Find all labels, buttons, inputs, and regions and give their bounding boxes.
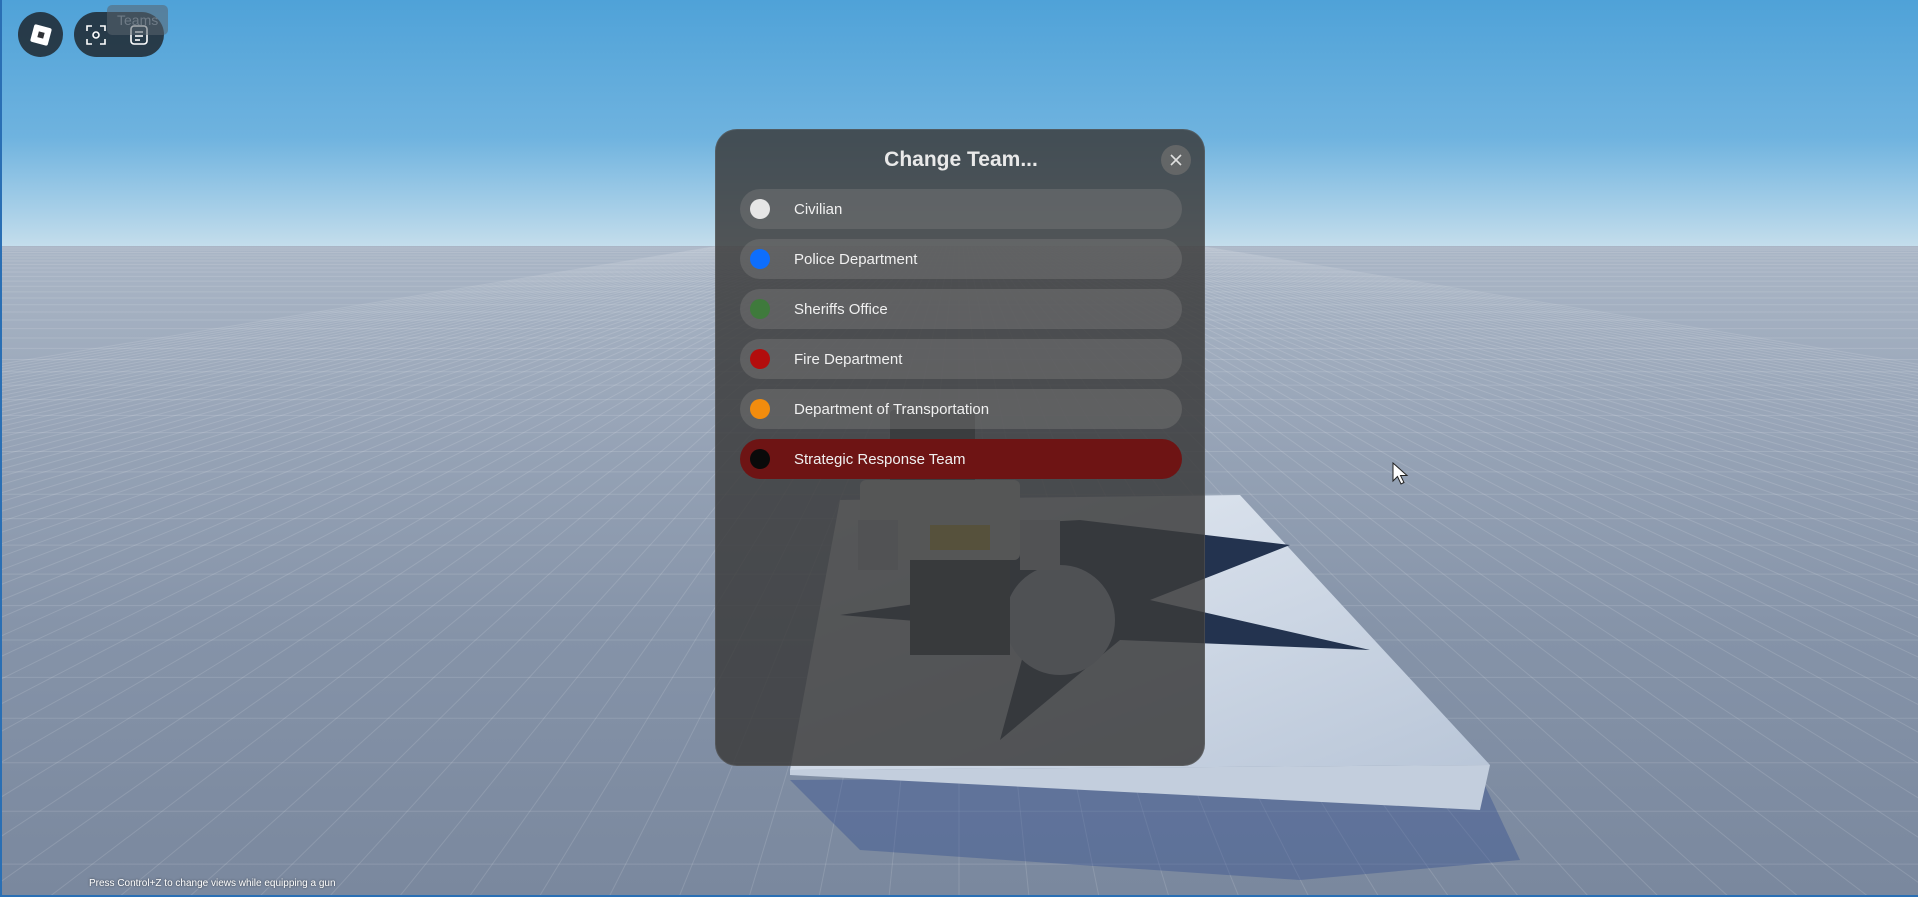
close-button[interactable]	[1161, 145, 1191, 175]
mouse-cursor-icon	[1392, 462, 1409, 485]
team-option[interactable]: Strategic Response Team	[740, 439, 1182, 479]
game-viewport[interactable]: Teams Change Team... Civilian Police Depa…	[0, 0, 1918, 897]
team-option[interactable]: Sheriffs Office	[740, 289, 1182, 329]
team-label: Fire Department	[794, 350, 903, 368]
team-color-dot	[750, 349, 770, 369]
team-label: Department of Transportation	[794, 400, 990, 418]
dialog-title: Change Team...	[884, 148, 1038, 171]
team-label: Civilian	[794, 200, 843, 218]
team-option[interactable]: Civilian	[740, 189, 1182, 229]
change-team-dialog: Change Team... Civilian Police Department…	[715, 129, 1205, 766]
team-label: Strategic Response Team	[794, 450, 966, 468]
team-color-dot	[750, 199, 770, 219]
team-color-dot	[750, 299, 770, 319]
team-label: Police Department	[794, 250, 918, 268]
roblox-logo-icon	[29, 23, 52, 46]
team-color-dot	[750, 399, 770, 419]
team-color-dot	[750, 249, 770, 269]
close-icon	[1170, 154, 1182, 166]
team-list: Civilian Police Department Sheriffs Office…	[740, 189, 1182, 489]
roblox-menu-button[interactable]	[18, 12, 63, 57]
teams-tooltip: Teams	[107, 5, 169, 35]
team-option[interactable]: Police Department	[740, 239, 1182, 279]
team-color-dot	[750, 449, 770, 469]
team-option[interactable]: Fire Department	[740, 339, 1182, 379]
hint-text: Press Control+Z to change views while eq…	[89, 878, 336, 889]
team-label: Sheriffs Office	[794, 300, 888, 318]
selfview-icon	[86, 25, 106, 45]
team-option[interactable]: Department of Transportation	[740, 389, 1182, 429]
